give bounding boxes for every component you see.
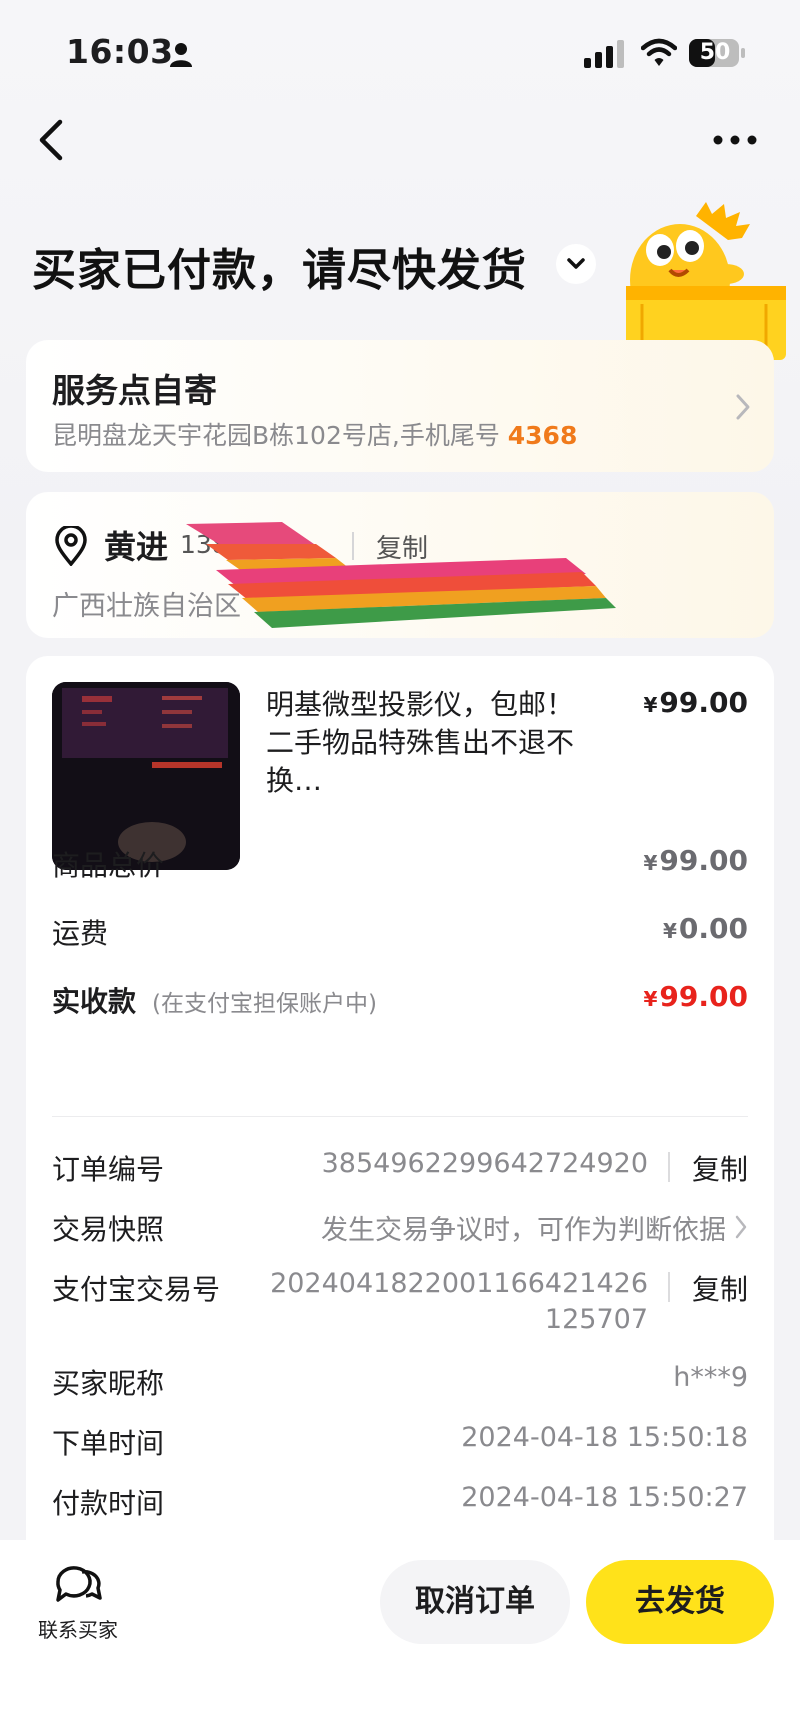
contact-buyer-button[interactable]: 联系买家 (28, 1562, 128, 1652)
trade-snapshot-label: 交易快照 (52, 1213, 165, 1246)
redaction-scribble (186, 522, 616, 628)
copy-alipay-number-button[interactable]: 复制 (692, 1268, 748, 1308)
payment-time-row: 付款时间 2024-04-18 15:50:27 (52, 1482, 748, 1522)
divider (668, 1272, 670, 1302)
pickup-address-text: 昆明盘龙天宇花园B栋102号店,手机尾号 (52, 421, 508, 450)
order-number-value: 3854962299642724920 (321, 1148, 648, 1179)
buyer-name: 黄进 (104, 528, 169, 566)
received-amount-label: 实收款 (52, 985, 137, 1018)
chevron-right-icon (736, 394, 750, 420)
order-number-label: 订单编号 (52, 1153, 165, 1186)
order-detail-card: 明基微型投影仪，包邮！二手物品特殊售出不退不换… ¥99.00 商品总价 ¥99… (26, 656, 774, 1556)
alipay-trade-number-line2: 125707 (544, 1304, 648, 1335)
title-expand-button[interactable] (556, 244, 596, 284)
pickup-address: 昆明盘龙天宇花园B栋102号店,手机尾号 4368 (52, 416, 577, 452)
product-title[interactable]: 明基微型投影仪，包邮！二手物品特殊售出不退不换… (266, 686, 596, 800)
received-amount-value: ¥99.00 (644, 980, 749, 1013)
payment-time-value: 2024-04-18 15:50:27 (461, 1482, 748, 1513)
currency-symbol: ¥ (643, 851, 658, 875)
product-image (52, 682, 240, 870)
person-icon (170, 43, 192, 67)
buyer-address-card: 黄进 1387 复制 广西壮族自治区 (26, 492, 774, 638)
contact-buyer-label: 联系买家 (38, 1618, 118, 1642)
section-divider (52, 1116, 748, 1117)
pickup-title: 服务点自寄 (52, 371, 217, 410)
divider (668, 1152, 670, 1182)
order-time-value: 2024-04-18 15:50:18 (461, 1422, 748, 1453)
pickup-phone-tail: 4368 (507, 421, 578, 450)
total-price-amount: 99.00 (659, 844, 748, 877)
shipping-fee-row: 运费 ¥0.00 (52, 912, 748, 952)
buyer-nickname-row: 买家昵称 h***9 (52, 1362, 748, 1402)
received-amount-row: 实收款 (在支付宝担保账户中) ¥99.00 (52, 980, 748, 1020)
total-price-label: 商品总价 (52, 849, 165, 882)
order-time-row: 下单时间 2024-04-18 15:50:18 (52, 1422, 748, 1462)
bottom-action-bar: 联系买家 取消订单 去发货 (0, 1540, 800, 1731)
chevron-down-icon (567, 258, 585, 269)
status-bar: 16:03 50 (0, 0, 800, 100)
alipay-trade-number-line1: 2024041822001166421426 (270, 1268, 648, 1299)
page-title: 买家已付款，请尽快发货 (32, 245, 527, 296)
trade-snapshot-value: 发生交易争议时，可作为判断依据 (321, 1215, 726, 1246)
chat-bubble-icon (56, 1566, 102, 1602)
buyer-nickname-label: 买家昵称 (52, 1367, 165, 1400)
more-options-icon[interactable] (710, 128, 760, 152)
currency-symbol: ¥ (662, 919, 677, 943)
received-amount: 99.00 (659, 980, 748, 1013)
order-time-label: 下单时间 (52, 1427, 165, 1460)
buyer-nickname-value: h***9 (673, 1362, 748, 1393)
total-price-value: ¥99.00 (644, 844, 749, 877)
pickup-service-card[interactable]: 服务点自寄 昆明盘龙天宇花园B栋102号店,手机尾号 4368 (26, 340, 774, 472)
order-number-row: 订单编号 3854962299642724920 复制 (52, 1148, 748, 1188)
trade-snapshot-row[interactable]: 交易快照 发生交易争议时，可作为判断依据 (52, 1208, 748, 1248)
wifi-icon (641, 38, 677, 66)
product-thumbnail[interactable] (52, 682, 240, 870)
currency-symbol: ¥ (643, 693, 658, 717)
cancel-order-button[interactable]: 取消订单 (380, 1560, 570, 1644)
currency-symbol: ¥ (643, 987, 658, 1011)
status-time: 16:03 (66, 32, 174, 71)
total-price-row: 商品总价 ¥99.00 (52, 844, 748, 884)
copy-order-number-button[interactable]: 复制 (692, 1148, 748, 1188)
mascot-illustration (626, 202, 786, 360)
battery-level: 50 (699, 40, 731, 65)
shipping-fee-label: 运费 (52, 917, 109, 950)
alipay-trade-number-row: 支付宝交易号 2024041822001166421426 125707 复制 (52, 1268, 748, 1348)
location-pin-icon (55, 526, 87, 566)
payment-time-label: 付款时间 (52, 1487, 165, 1520)
signal-icon (584, 40, 624, 68)
alipay-trade-number-label: 支付宝交易号 (52, 1273, 221, 1306)
ship-button[interactable]: 去发货 (586, 1560, 774, 1644)
received-amount-note: (在支付宝担保账户中) (152, 991, 377, 1017)
chevron-right-icon (735, 1215, 747, 1239)
back-arrow-icon[interactable] (34, 116, 70, 164)
shipping-fee-value: ¥0.00 (663, 912, 748, 945)
product-price-value: 99.00 (659, 686, 748, 719)
product-price: ¥99.00 (644, 686, 749, 719)
shipping-fee-amount: 0.00 (678, 912, 748, 945)
